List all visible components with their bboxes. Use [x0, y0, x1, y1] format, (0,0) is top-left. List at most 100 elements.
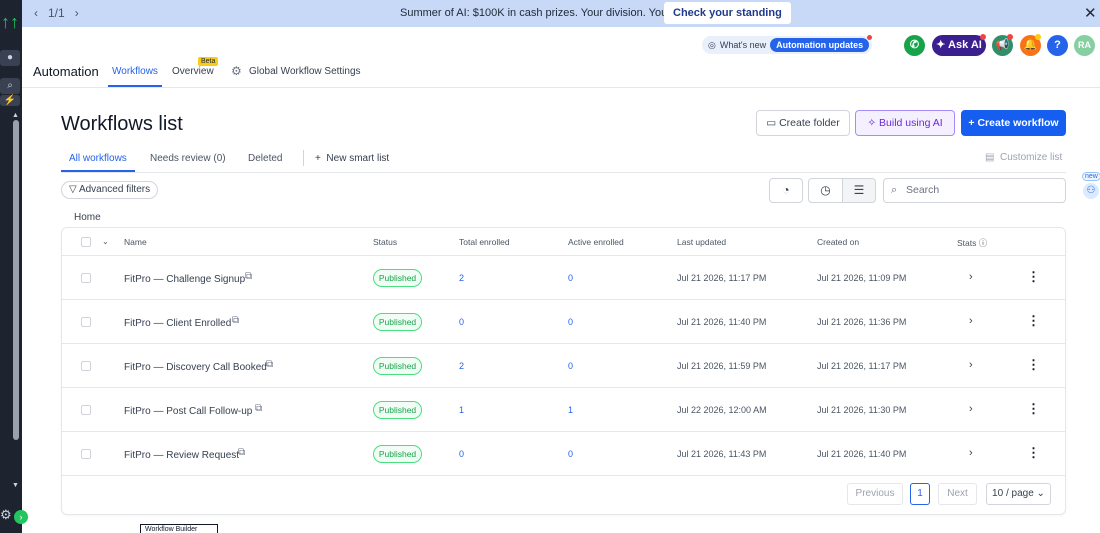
total-enrolled[interactable]: 2	[459, 361, 464, 371]
breadcrumb[interactable]: Home	[74, 212, 101, 223]
chevron-right-icon[interactable]: ›	[969, 359, 973, 371]
create-workflow-button[interactable]: + Create workflow	[961, 110, 1066, 136]
table-row[interactable]: FitPro — Challenge Signup ⧉ Published 2 …	[62, 256, 1065, 300]
total-enrolled[interactable]: 0	[459, 317, 464, 327]
more-options-icon[interactable]: ⋮	[1027, 401, 1040, 417]
chevron-down-icon: ⌄	[1036, 488, 1045, 499]
build-using-ai-button[interactable]: ✧ Build using AI	[855, 110, 955, 136]
row-checkbox[interactable]	[81, 273, 91, 283]
accessibility-icon[interactable]: ⚇	[1083, 183, 1099, 199]
subtab-needs-review[interactable]: Needs review (0)	[150, 153, 226, 164]
total-enrolled[interactable]: 2	[459, 273, 464, 283]
table-row[interactable]: FitPro — Review Request ⧉ Published 0 0 …	[62, 432, 1065, 476]
col-status[interactable]: Status	[373, 237, 397, 247]
more-options-icon[interactable]: ⋮	[1027, 269, 1040, 285]
search-input[interactable]: ⌕ Search	[883, 178, 1066, 203]
external-link-icon[interactable]: ⧉	[245, 271, 252, 282]
bolt-icon[interactable]: ⚡	[0, 95, 20, 106]
total-enrolled[interactable]: 1	[459, 405, 464, 415]
total-enrolled[interactable]: 0	[459, 449, 464, 459]
chevron-right-icon[interactable]: ›	[969, 271, 973, 283]
more-options-icon[interactable]: ⋮	[1027, 357, 1040, 373]
workflow-name[interactable]: FitPro — Review Request	[124, 450, 239, 461]
chevron-right-icon[interactable]: ›	[969, 447, 973, 459]
close-icon[interactable]: ✕	[1084, 4, 1097, 22]
chevron-right-icon[interactable]: ›	[969, 403, 973, 415]
workflow-name[interactable]: FitPro — Client Enrolled	[124, 318, 231, 329]
chevron-right-icon[interactable]: ›	[969, 315, 973, 327]
external-link-icon[interactable]: ⧉	[238, 447, 245, 458]
col-active-enrolled[interactable]: Active enrolled	[568, 237, 624, 247]
advanced-filters-button[interactable]: ▽ Advanced filters	[61, 181, 159, 199]
col-last-updated[interactable]: Last updated	[677, 237, 726, 247]
user-icon[interactable]: ●	[0, 50, 20, 66]
table-row[interactable]: FitPro — Client Enrolled ⧉ Published 0 0…	[62, 300, 1065, 344]
search-icon: ⌕	[891, 184, 898, 196]
row-checkbox[interactable]	[81, 405, 91, 415]
last-updated: Jul 22 2026, 12:00 AM	[677, 405, 767, 415]
whats-new-pill[interactable]: ◎ What's new Automation updates	[702, 35, 873, 54]
row-checkbox[interactable]	[81, 361, 91, 371]
more-options-icon[interactable]: ⋮	[1027, 313, 1040, 329]
subtab-deleted[interactable]: Deleted	[248, 153, 282, 164]
scroll-up-icon[interactable]: ▲	[12, 112, 19, 119]
expand-arrow-icon[interactable]: ›	[14, 510, 28, 524]
settings-gear-icon[interactable]: ⚙	[0, 508, 14, 522]
app-logo-icon[interactable]: ↑↑	[0, 10, 20, 34]
ask-ai-button[interactable]: ✦ Ask AI	[932, 35, 986, 56]
subtab-all-workflows[interactable]: All workflows	[69, 153, 127, 164]
workflow-name[interactable]: FitPro — Challenge Signup	[124, 274, 245, 285]
more-options-icon[interactable]: ⋮	[1027, 445, 1040, 461]
active-enrolled[interactable]: 0	[568, 273, 573, 283]
status-badge: Published	[373, 357, 422, 375]
sparkle-icon: ✧	[867, 117, 877, 129]
prev-icon[interactable]: ‹	[34, 6, 38, 20]
list-view-icon[interactable]: ☰	[842, 178, 876, 203]
new-smart-list-button[interactable]: + New smart list	[315, 153, 389, 164]
tab-overview[interactable]: Overview	[172, 66, 214, 77]
external-link-icon[interactable]: ⧉	[255, 403, 262, 414]
row-checkbox[interactable]	[81, 449, 91, 459]
external-link-icon[interactable]: ⧉	[232, 315, 239, 326]
page-1-button[interactable]: 1	[910, 483, 930, 505]
table-row[interactable]: FitPro — Post Call Follow-up ⧉ Published…	[62, 388, 1065, 432]
last-updated: Jul 21 2026, 11:40 PM	[677, 317, 767, 327]
select-all-checkbox[interactable]	[81, 237, 91, 247]
table-row[interactable]: FitPro — Discovery Call Booked ⧉ Publish…	[62, 344, 1065, 388]
external-link-icon[interactable]: ⧉	[266, 359, 273, 370]
row-checkbox[interactable]	[81, 317, 91, 327]
workflow-name[interactable]: FitPro — Post Call Follow-up	[124, 406, 252, 417]
active-enrolled[interactable]: 0	[568, 317, 573, 327]
promo-banner: ‹ 1/1 › Summer of AI: $100K in cash prizes…	[22, 0, 1100, 27]
chevron-down-icon[interactable]: ⌄	[102, 237, 109, 246]
col-total-enrolled[interactable]: Total enrolled	[459, 237, 510, 247]
active-enrolled[interactable]: 1	[568, 405, 573, 415]
check-standing-button[interactable]: Check your standing	[664, 2, 791, 24]
last-updated: Jul 21 2026, 11:43 PM	[677, 449, 767, 459]
search-icon[interactable]: ⌕	[0, 78, 20, 94]
previous-page-button[interactable]: Previous	[847, 483, 903, 505]
page-size-select[interactable]: 10 / page ⌄	[986, 483, 1051, 505]
rail-scrollbar[interactable]	[13, 120, 19, 440]
next-page-button[interactable]: Next	[938, 483, 977, 505]
history-icon[interactable]: ◔	[769, 178, 803, 203]
workflow-name[interactable]: FitPro — Discovery Call Booked	[124, 362, 267, 373]
phone-icon[interactable]: ✆	[904, 35, 925, 56]
customize-list-button[interactable]: ▤ Customize list	[985, 152, 1062, 163]
tab-workflows[interactable]: Workflows	[112, 66, 158, 77]
create-folder-button[interactable]: ▭ Create folder	[756, 110, 850, 136]
info-icon: ⓘ	[978, 238, 988, 248]
clock-icon[interactable]: ◷	[808, 178, 843, 203]
next-icon[interactable]: ›	[75, 6, 79, 20]
automation-updates-badge[interactable]: Automation updates	[770, 35, 873, 52]
help-icon[interactable]: ?	[1047, 35, 1068, 56]
tab-global-workflow-settings[interactable]: Global Workflow Settings	[249, 66, 361, 77]
scroll-down-icon[interactable]: ▼	[12, 482, 19, 489]
col-created-on[interactable]: Created on	[817, 237, 859, 247]
col-stats[interactable]: Stats ⓘ	[957, 237, 987, 249]
active-enrolled[interactable]: 0	[568, 361, 573, 371]
workflows-table: ⌄ Name Status Total enrolled Active enro…	[61, 227, 1066, 515]
active-enrolled[interactable]: 0	[568, 449, 573, 459]
col-name[interactable]: Name	[124, 237, 147, 247]
avatar[interactable]: RA	[1074, 35, 1095, 56]
